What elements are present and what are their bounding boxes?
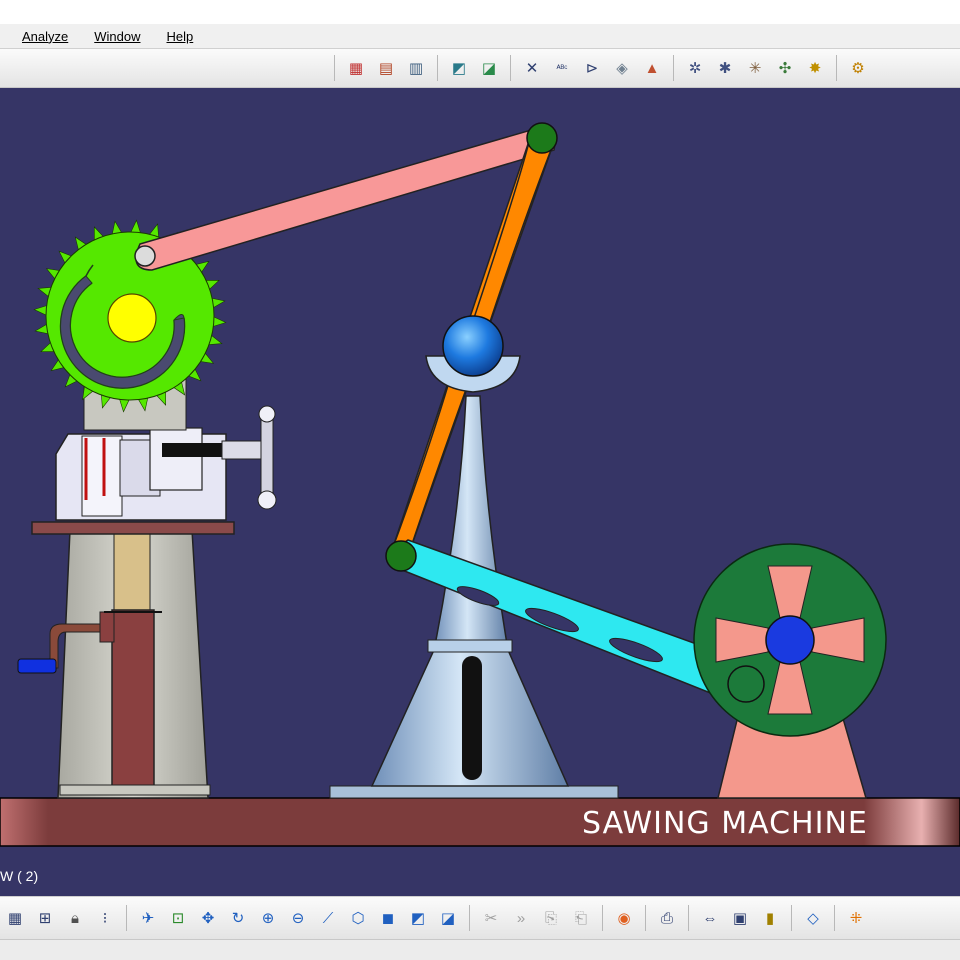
manipulate-icon[interactable]: ▥: [405, 57, 427, 79]
text-annotation-icon[interactable]: ᴬᴮᶜ: [551, 57, 573, 79]
print-icon[interactable]: ⎙: [656, 907, 678, 929]
fly-mode-icon[interactable]: ✈: [137, 907, 159, 929]
crank-pin: [727, 665, 765, 703]
simulation-icon[interactable]: ✲: [684, 57, 706, 79]
flywheel: [693, 543, 887, 737]
title-strip: [0, 0, 960, 24]
compile-icon[interactable]: ✳: [744, 57, 766, 79]
toolbar-separator: [673, 55, 674, 81]
toolbar-separator: [834, 905, 835, 931]
normal-view-icon[interactable]: ⟋: [317, 907, 339, 929]
rocker-top-pin: [526, 122, 558, 154]
snap-icon[interactable]: ◩: [448, 57, 470, 79]
tree-icon[interactable]: ⊞: [34, 907, 56, 929]
assembly-constraint-icon[interactable]: ▦: [345, 57, 367, 79]
iso-view-icon[interactable]: ⬡: [347, 907, 369, 929]
compass-grid-icon[interactable]: ⁜: [845, 907, 867, 929]
specification-icon[interactable]: ⁝: [94, 907, 116, 929]
toolbar-separator: [688, 905, 689, 931]
measure-between-icon[interactable]: ⇔: [699, 907, 721, 929]
menu-bar: Analyze Window Help: [0, 24, 960, 48]
fit-all-icon[interactable]: ⊡: [167, 907, 189, 929]
hide-show-icon[interactable]: ◩: [407, 907, 429, 929]
shading-icon[interactable]: ◼: [377, 907, 399, 929]
roughness-icon[interactable]: ▲: [641, 57, 663, 79]
pivot-ball: [442, 315, 504, 377]
copy-icon[interactable]: ⎘: [540, 907, 562, 929]
work-table: [31, 521, 235, 535]
toolbar-bottom: ▦ ⊞ 🔒︎ ⁝ ✈ ⊡ ✥ ↻ ⊕ ⊖ ⟋ ⬡ ◼ ◩ ◪ ✂ » ⎘ ⎗ ◉…: [0, 896, 960, 940]
menu-window[interactable]: Window: [94, 29, 140, 44]
measure-item-icon[interactable]: ▣: [729, 907, 751, 929]
sketch-plane-icon[interactable]: ◇: [802, 907, 824, 929]
toolbar-separator: [602, 905, 603, 931]
mechanism-icon[interactable]: ✸: [804, 57, 826, 79]
menu-help[interactable]: Help: [167, 29, 194, 44]
lock-icon[interactable]: 🔒︎: [64, 907, 86, 929]
flag-note-icon[interactable]: ⊳: [581, 57, 603, 79]
toolbar-separator: [334, 55, 335, 81]
zoom-out-icon[interactable]: ⊖: [287, 907, 309, 929]
rocker-bottom-pin: [385, 540, 417, 572]
kinematics-icon[interactable]: ✱: [714, 57, 736, 79]
swap-visible-icon[interactable]: ◪: [437, 907, 459, 929]
cut-icon[interactable]: ✂: [480, 907, 502, 929]
mechanism-drawing: [0, 122, 960, 847]
pan-icon[interactable]: ✥: [197, 907, 219, 929]
datum-target-icon[interactable]: ◈: [611, 57, 633, 79]
measure-inertia-icon[interactable]: ▮: [759, 907, 781, 929]
toolbar-separator: [126, 905, 127, 931]
toolbar-separator: [437, 55, 438, 81]
toolbar-separator: [645, 905, 646, 931]
weld-symbol-icon[interactable]: ✕: [521, 57, 543, 79]
toolbar-top: ▦ ▤ ▥ ◩ ◪ ✕ ᴬᴮᶜ ⊳ ◈ ▲ ✲ ✱ ✳ ✣ ✸ ⚙: [0, 48, 960, 88]
toolbar-separator: [836, 55, 837, 81]
toolbar-separator: [469, 905, 470, 931]
camera-icon[interactable]: ◉: [613, 907, 635, 929]
forward-icon[interactable]: »: [510, 907, 532, 929]
paste-icon[interactable]: ⎗: [570, 907, 592, 929]
zoom-in-icon[interactable]: ⊕: [257, 907, 279, 929]
window-status-text: W ( 2): [0, 868, 39, 884]
settings-gear-icon[interactable]: ⚙: [847, 57, 869, 79]
banner-title: SAWING MACHINE: [582, 806, 868, 841]
3d-viewport[interactable]: SAWING MACHINE W ( 2): [0, 88, 960, 896]
grid-icon[interactable]: ▦: [4, 907, 26, 929]
rod-pin-left: [134, 245, 156, 267]
rotate-icon[interactable]: ↻: [227, 907, 249, 929]
fix-component-icon[interactable]: ▤: [375, 57, 397, 79]
smart-move-icon[interactable]: ◪: [478, 57, 500, 79]
vise-stand: [57, 529, 211, 799]
toolbar-separator: [791, 905, 792, 931]
toolbar-separator: [510, 55, 511, 81]
connecting-rod: [135, 127, 556, 271]
menu-analyze[interactable]: Analyze: [22, 29, 68, 44]
joint-icon[interactable]: ✣: [774, 57, 796, 79]
status-bar: [0, 940, 960, 960]
